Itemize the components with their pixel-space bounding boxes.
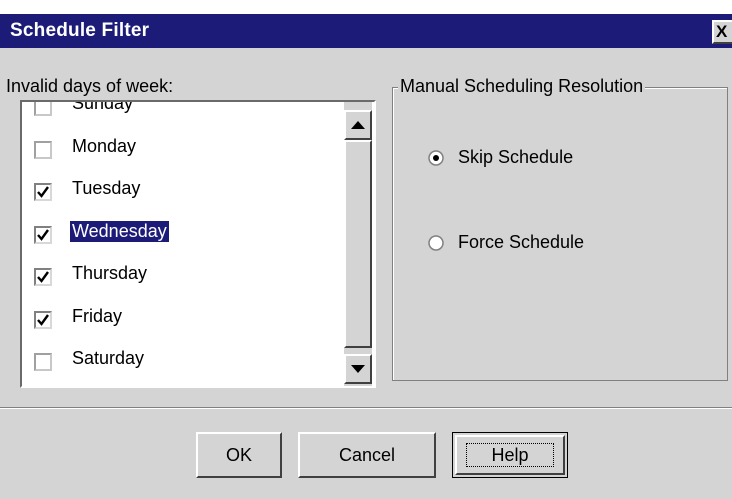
background-strip [0,0,732,14]
checkbox-unchecked[interactable] [34,353,52,371]
invalid-days-label: Invalid days of week: [6,76,174,96]
close-button[interactable]: X [712,20,732,44]
day-row[interactable]: Wednesday [22,212,342,255]
checkmark-icon [37,271,49,283]
arrow-up-icon [351,121,365,129]
checkmark-icon [37,313,49,326]
scroll-down-button[interactable] [344,354,372,384]
days-list: Sunday Monday Tuesday Wednesday Thursday Frid… [22,100,342,382]
day-row[interactable]: Thursday [22,254,342,297]
days-listbox[interactable]: Sunday Monday Tuesday Wednesday Thursday Frid… [20,100,376,388]
checkmark-icon [37,186,49,198]
cancel-label: Cancel [338,444,396,465]
ok-button[interactable]: OK [196,432,282,478]
scroll-up-button[interactable] [344,110,372,140]
button-separator [0,407,732,409]
day-row[interactable]: Sunday [22,100,342,127]
close-icon: X [716,22,728,41]
help-button[interactable]: Help [452,432,568,478]
checkbox-checked[interactable] [34,225,52,244]
ok-label: OK [225,444,252,465]
day-label: Monday [72,135,137,156]
checkbox-checked[interactable] [34,268,52,286]
day-label: Sunday [72,100,134,113]
day-label: Friday [72,305,123,326]
day-row[interactable]: Monday [22,127,342,170]
checkbox-unchecked[interactable] [34,102,52,116]
checkbox-checked[interactable] [34,183,52,201]
title-bar[interactable]: Schedule Filter X [0,14,732,48]
force-schedule-label: Force Schedule [458,232,585,252]
day-row[interactable]: Tuesday [22,169,342,212]
day-row[interactable]: Friday [22,297,342,340]
scroll-thumb[interactable] [344,140,372,348]
dialog-title: Schedule Filter [10,20,150,41]
schedule-filter-dialog: Schedule Filter X Invalid days of week: … [0,14,732,499]
cancel-button[interactable]: Cancel [298,432,436,478]
manual-resolution-legend: Manual Scheduling Resolution [398,76,646,97]
day-label: Tuesday [72,178,141,198]
day-label: Wednesday [70,220,169,242]
checkmark-icon [37,228,49,241]
help-label: Help [491,444,529,465]
day-row[interactable]: Saturday [22,339,342,382]
checkbox-checked[interactable] [34,310,52,329]
day-label: Saturday [72,348,145,368]
skip-schedule-label: Skip Schedule [458,147,574,167]
radio-selected-icon [428,150,444,166]
radio-unselected-icon [428,235,444,251]
vertical-scrollbar[interactable] [344,102,372,386]
arrow-down-icon [351,365,365,373]
checkbox-unchecked[interactable] [34,140,52,159]
day-label: Thursday [72,263,148,283]
